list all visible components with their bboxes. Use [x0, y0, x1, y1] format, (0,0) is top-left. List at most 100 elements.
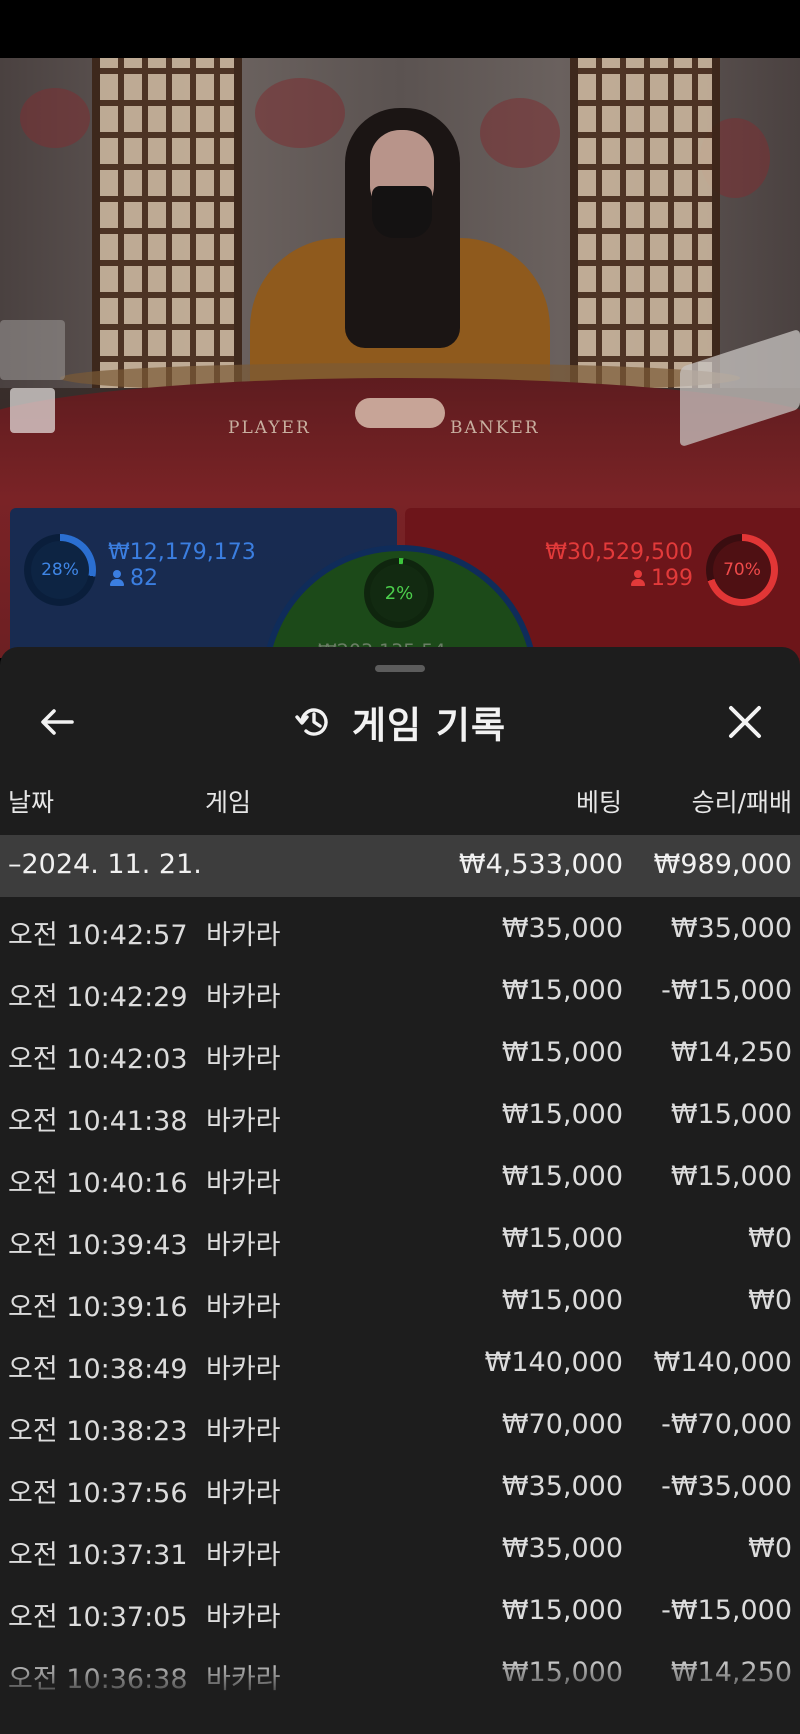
- banker-count-value: 199: [651, 566, 693, 591]
- row-game: 바카라: [206, 1354, 281, 1385]
- row-bet: ₩15,000: [501, 1223, 623, 1254]
- row-bet: ₩15,000: [501, 1595, 623, 1626]
- row-time: 오전 10:41:38: [8, 1106, 188, 1137]
- close-button[interactable]: [720, 697, 770, 747]
- history-row[interactable]: 오전 10:42:57 바카라 ₩35,000 ₩35,000: [0, 897, 800, 959]
- discard-tray: [0, 320, 65, 380]
- row-time: 오전 10:39:16: [8, 1292, 188, 1323]
- row-game: 바카라: [206, 1602, 281, 1633]
- history-row[interactable]: 오전 10:41:38 바카라 ₩15,000 ₩15,000: [0, 1083, 800, 1145]
- row-game: 바카라: [206, 982, 281, 1013]
- column-header-bet: 베팅: [575, 788, 622, 817]
- row-bet: ₩140,000: [484, 1347, 623, 1378]
- row-result: -₩15,000: [661, 975, 792, 1006]
- dealer-hands: [355, 398, 445, 428]
- banker-count: 199: [631, 566, 693, 591]
- history-row[interactable]: 오전 10:38:49 바카라 ₩140,000 ₩140,000: [0, 1331, 800, 1393]
- row-bet: ₩15,000: [501, 975, 623, 1006]
- column-header-date: 날짜: [8, 788, 55, 817]
- date-group-row[interactable]: –2024. 11. 21. ₩4,533,000 ₩989,000: [0, 835, 800, 897]
- row-bet: ₩15,000: [501, 1161, 623, 1192]
- row-bet: ₩35,000: [501, 913, 623, 944]
- player-percent-ring: 28%: [24, 534, 96, 606]
- status-bar: [0, 0, 800, 58]
- row-result: ₩14,250: [670, 1657, 792, 1688]
- close-icon: [729, 706, 761, 738]
- row-result: ₩140,000: [653, 1347, 792, 1378]
- history-icon: [295, 708, 328, 736]
- table-label-banker: BANKER: [450, 418, 540, 438]
- row-time: 오전 10:42:03: [8, 1044, 188, 1075]
- row-time: 오전 10:39:43: [8, 1230, 188, 1261]
- back-button[interactable]: [32, 699, 84, 745]
- row-game: 바카라: [206, 920, 281, 951]
- date-group-result-total: ₩989,000: [653, 849, 792, 880]
- history-row[interactable]: 오전 10:42:03 바카라 ₩15,000 ₩14,250: [0, 1021, 800, 1083]
- row-game: 바카라: [206, 1168, 281, 1199]
- card-stack: [10, 388, 55, 433]
- lattice-screen-left: [92, 58, 242, 388]
- row-result: -₩35,000: [661, 1471, 792, 1502]
- history-row[interactable]: 오전 10:40:16 바카라 ₩15,000 ₩15,000: [0, 1145, 800, 1207]
- row-time: 오전 10:37:31: [8, 1540, 188, 1571]
- player-bet-total: ₩12,179,173: [108, 540, 256, 565]
- title-group: 게임 기록: [0, 687, 800, 757]
- history-row[interactable]: 오전 10:38:23 바카라 ₩70,000 -₩70,000: [0, 1393, 800, 1455]
- history-row[interactable]: 오전 10:37:56 바카라 ₩35,000 -₩35,000: [0, 1455, 800, 1517]
- game-history-sheet: 게임 기록 날짜 게임 베팅 승리/패배 –2024. 11. 21. ₩4,5…: [0, 647, 800, 1734]
- banker-percent: 70%: [713, 541, 771, 599]
- person-icon: [631, 570, 645, 586]
- row-result: ₩14,250: [670, 1037, 792, 1068]
- tie-percent-ring: 2%: [364, 558, 434, 628]
- row-bet: ₩15,000: [501, 1037, 623, 1068]
- sheet-drag-handle[interactable]: [375, 665, 425, 672]
- banker-bet-total: ₩30,529,500: [545, 540, 693, 565]
- player-percent: 28%: [31, 541, 89, 599]
- row-result: ₩15,000: [670, 1099, 792, 1130]
- history-row[interactable]: 오전 10:39:16 바카라 ₩15,000 ₩0: [0, 1269, 800, 1331]
- column-header-result: 승리/패배: [691, 788, 792, 817]
- row-game: 바카라: [206, 1044, 281, 1075]
- blossom-decoration: [255, 78, 345, 148]
- row-result: -₩70,000: [661, 1409, 792, 1440]
- player-count-value: 82: [130, 566, 158, 591]
- row-time: 오전 10:42:57: [8, 920, 188, 951]
- history-row[interactable]: 오전 10:39:43 바카라 ₩15,000 ₩0: [0, 1207, 800, 1269]
- row-game: 바카라: [206, 1106, 281, 1137]
- row-bet: ₩35,000: [501, 1471, 623, 1502]
- history-row[interactable]: 오전 10:37:31 바카라 ₩35,000 ₩0: [0, 1517, 800, 1579]
- date-group-date: –2024. 11. 21.: [8, 849, 202, 880]
- row-bet: ₩15,000: [501, 1285, 623, 1316]
- lattice-screen-right: [570, 58, 720, 388]
- dealer-mask: [372, 186, 432, 238]
- row-time: 오전 10:38:49: [8, 1354, 188, 1385]
- person-icon: [110, 570, 124, 586]
- row-bet: ₩35,000: [501, 1533, 623, 1564]
- history-row[interactable]: 오전 10:37:05 바카라 ₩15,000 -₩15,000: [0, 1579, 800, 1641]
- tie-percent: 2%: [370, 564, 428, 622]
- history-row[interactable]: 오전 10:42:29 바카라 ₩15,000 -₩15,000: [0, 959, 800, 1021]
- row-game: 바카라: [206, 1230, 281, 1261]
- row-time: 오전 10:36:38: [8, 1664, 188, 1695]
- blossom-decoration: [480, 98, 560, 168]
- table-label-player: PLAYER: [228, 418, 311, 438]
- row-bet: ₩15,000: [501, 1657, 623, 1688]
- player-count: 82: [110, 566, 158, 591]
- row-time: 오전 10:38:23: [8, 1416, 188, 1447]
- history-rows: 오전 10:42:57 바카라 ₩35,000 ₩35,000 오전 10:42:29…: [0, 897, 800, 1703]
- column-header-game: 게임: [205, 788, 252, 817]
- row-result: ₩15,000: [670, 1161, 792, 1192]
- row-bet: ₩70,000: [501, 1409, 623, 1440]
- row-time: 오전 10:42:29: [8, 982, 188, 1013]
- table-header: 날짜 게임 베팅 승리/패배: [0, 777, 800, 821]
- row-result: ₩0: [748, 1285, 792, 1316]
- banker-percent-ring: 70%: [706, 534, 778, 606]
- history-row[interactable]: 오전 10:36:38 바카라 ₩15,000 ₩14,250: [0, 1641, 800, 1703]
- row-game: 바카라: [206, 1540, 281, 1571]
- row-result: ₩0: [748, 1223, 792, 1254]
- date-group-bet-total: ₩4,533,000: [458, 849, 623, 880]
- row-time: 오전 10:37:56: [8, 1478, 188, 1509]
- sheet-title: 게임 기록: [351, 704, 507, 747]
- blossom-decoration: [20, 88, 90, 148]
- row-game: 바카라: [206, 1664, 281, 1695]
